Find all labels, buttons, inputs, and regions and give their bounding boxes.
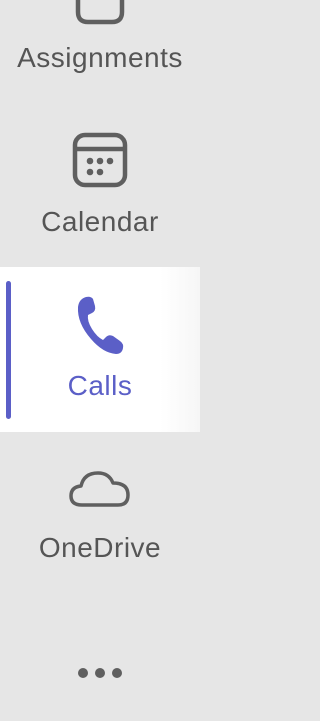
rail-item-calendar[interactable]: Calendar — [0, 120, 200, 250]
cloud-icon — [69, 471, 130, 507]
app-rail: Assignments Calendar Calls OneDrive — [0, 0, 200, 721]
rail-item-label: Calls — [67, 370, 133, 401]
rail-item-assignments[interactable]: Assignments — [0, 0, 200, 100]
rail-item-calls[interactable]: Calls — [0, 267, 200, 432]
more-apps-button[interactable] — [0, 640, 200, 710]
assignments-icon — [75, 0, 125, 25]
calendar-icon — [72, 132, 128, 188]
rail-item-label: Calendar — [41, 206, 159, 237]
rail-item-onedrive[interactable]: OneDrive — [0, 455, 200, 585]
phone-icon — [77, 296, 124, 354]
more-icon — [78, 668, 122, 678]
rail-item-label: Assignments — [17, 42, 183, 73]
rail-item-label: OneDrive — [38, 532, 162, 563]
